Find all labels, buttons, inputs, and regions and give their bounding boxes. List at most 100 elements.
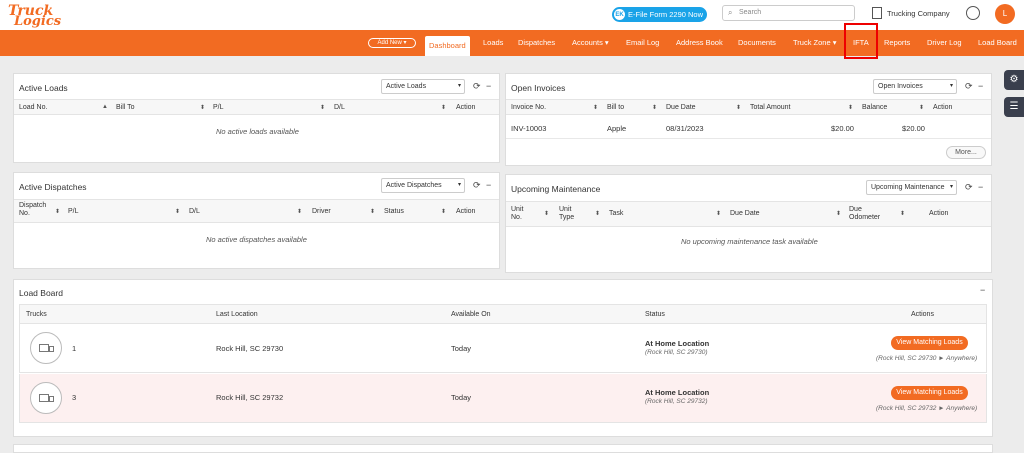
col-due-date[interactable]: Due Date: [730, 210, 760, 217]
nav-address-book[interactable]: Address Book: [676, 30, 723, 56]
search-icon: ⌕: [728, 8, 733, 17]
add-new-button[interactable]: Add New ▾: [368, 38, 416, 48]
collapse-icon[interactable]: −: [486, 81, 491, 91]
nav-dispatches[interactable]: Dispatches: [518, 30, 555, 56]
divider: [506, 138, 991, 139]
panel-title: Load Board: [19, 288, 63, 298]
col-dispatch-no[interactable]: Dispatch No.: [19, 202, 49, 218]
nav-email-log[interactable]: Email Log: [626, 30, 659, 56]
refresh-icon[interactable]: ⟳: [965, 81, 973, 92]
side-document-icon[interactable]: ☰: [1004, 97, 1024, 117]
collapse-icon[interactable]: −: [980, 285, 985, 295]
refresh-icon[interactable]: ⟳: [473, 81, 481, 92]
sort-icon[interactable]: ⬍: [593, 104, 598, 111]
col-status[interactable]: Status: [384, 208, 404, 215]
truck-number: 1: [72, 344, 77, 353]
col-bill-to[interactable]: Bill to: [607, 104, 624, 111]
nav-driver-log[interactable]: Driver Log: [927, 30, 962, 56]
col-balance[interactable]: Balance: [862, 104, 887, 111]
sort-icon[interactable]: ⬍: [919, 104, 924, 111]
maintenance-select[interactable]: Upcoming Maintenance ▾: [866, 180, 957, 195]
company-switcher[interactable]: Trucking Company: [872, 7, 950, 19]
side-settings-gear-icon[interactable]: ⚙: [1004, 70, 1024, 90]
col-invoice-no[interactable]: Invoice No.: [511, 104, 546, 111]
sort-icon[interactable]: ⬍: [716, 210, 721, 217]
sort-icon[interactable]: ⬍: [900, 210, 905, 217]
efile-icon: EK: [614, 9, 625, 20]
sort-icon[interactable]: ⬍: [652, 104, 657, 111]
active-loads-select[interactable]: Active Loads ▾: [381, 79, 465, 94]
table-header: Unit No. ⬍ Unit Type ⬍ Task ⬍ Due Date ⬍…: [506, 201, 991, 227]
search-input[interactable]: ⌕ Search: [722, 5, 855, 21]
col-unit-no[interactable]: Unit No.: [511, 206, 535, 222]
more-invoices-button[interactable]: More...: [946, 146, 986, 159]
collapse-icon[interactable]: −: [978, 182, 983, 192]
truck-icon: [30, 382, 62, 414]
user-avatar[interactable]: L: [995, 4, 1015, 24]
open-invoices-select[interactable]: Open Invoices ▾: [873, 79, 957, 94]
building-icon: [872, 7, 882, 19]
nav-dashboard[interactable]: Dashboard: [425, 36, 470, 56]
nav-loads[interactable]: Loads: [483, 30, 503, 56]
col-pl[interactable]: P/L: [68, 208, 79, 215]
collapse-icon[interactable]: −: [486, 180, 491, 190]
col-action: Action: [456, 208, 476, 215]
sort-icon[interactable]: ⬍: [736, 104, 741, 111]
col-driver[interactable]: Driver: [312, 208, 331, 215]
sort-icon[interactable]: ⬍: [848, 104, 853, 111]
nav-reports[interactable]: Reports: [884, 30, 910, 56]
sort-up-icon[interactable]: ▲: [102, 104, 108, 110]
invoice-no[interactable]: INV-10003: [511, 124, 546, 133]
sort-icon[interactable]: ⬍: [175, 208, 180, 215]
sort-icon[interactable]: ⬍: [55, 208, 60, 215]
col-due-odometer[interactable]: Due Odometer: [849, 206, 883, 222]
active-dispatches-panel: Active Dispatches Active Dispatches ▾ ⟳ −…: [13, 172, 500, 269]
sort-icon[interactable]: ⬍: [370, 208, 375, 215]
load-board-header: Trucks Last Location Available On Status…: [19, 304, 987, 324]
view-matching-loads-button[interactable]: View Matching Loads: [891, 386, 968, 400]
company-name: Trucking Company: [887, 8, 950, 18]
sort-icon[interactable]: ⬍: [836, 210, 841, 217]
chevron-down-icon: ▾: [949, 184, 953, 190]
col-task[interactable]: Task: [609, 210, 623, 217]
sort-icon[interactable]: ⬍: [441, 104, 446, 111]
nav-truck-zone[interactable]: Truck Zone ▾: [793, 30, 837, 56]
active-dispatches-select[interactable]: Active Dispatches ▾: [381, 178, 465, 193]
sort-icon[interactable]: ⬍: [544, 210, 549, 217]
panel-title: Active Dispatches: [19, 182, 87, 192]
sort-icon[interactable]: ⬍: [200, 104, 205, 111]
sort-icon[interactable]: ⬍: [297, 208, 302, 215]
status-text: At Home Location: [645, 339, 710, 348]
nav-accounts[interactable]: Accounts ▾: [572, 30, 609, 56]
col-dl[interactable]: D/L: [334, 104, 345, 111]
efile-2290-button[interactable]: EK E-File Form 2290 Now: [612, 7, 707, 22]
sort-icon[interactable]: ⬍: [441, 208, 446, 215]
table-header: Invoice No. ⬍ Bill to ⬍ Due Date ⬍ Total…: [506, 99, 991, 115]
col-dl[interactable]: D/L: [189, 208, 200, 215]
col-action: Action: [929, 210, 949, 217]
col-actions: Actions: [911, 311, 934, 318]
refresh-icon[interactable]: ⟳: [473, 180, 481, 191]
sort-icon[interactable]: ⬍: [595, 210, 600, 217]
status-location: (Rock Hill, SC 29732): [645, 398, 708, 405]
nav-documents[interactable]: Documents: [738, 30, 776, 56]
route-text: (Rock Hill, SC 29732 ► Anywhere): [876, 405, 978, 412]
col-unit-type[interactable]: Unit Type: [559, 206, 583, 222]
col-due-date[interactable]: Due Date: [666, 104, 696, 111]
collapse-icon[interactable]: −: [978, 81, 983, 91]
available-on: Today: [451, 393, 472, 402]
col-total-amount[interactable]: Total Amount: [750, 104, 790, 111]
col-trucks: Trucks: [26, 311, 47, 318]
col-bill-to[interactable]: Bill To: [116, 104, 135, 111]
view-matching-loads-button[interactable]: View Matching Loads: [891, 336, 968, 350]
col-load-no[interactable]: Load No.: [19, 104, 47, 111]
truck-logics-logo[interactable]: Truck Logics: [6, 3, 62, 29]
select-value: Upcoming Maintenance: [871, 184, 945, 191]
refresh-icon[interactable]: ⟳: [965, 182, 973, 193]
empty-message: No upcoming maintenance task available: [681, 237, 818, 246]
settings-gear-icon[interactable]: [966, 6, 980, 20]
nav-load-board[interactable]: Load Board: [978, 30, 1017, 56]
col-pl[interactable]: P/L: [213, 104, 224, 111]
sort-icon[interactable]: ⬍: [320, 104, 325, 111]
panel-title: Active Loads: [19, 83, 68, 93]
